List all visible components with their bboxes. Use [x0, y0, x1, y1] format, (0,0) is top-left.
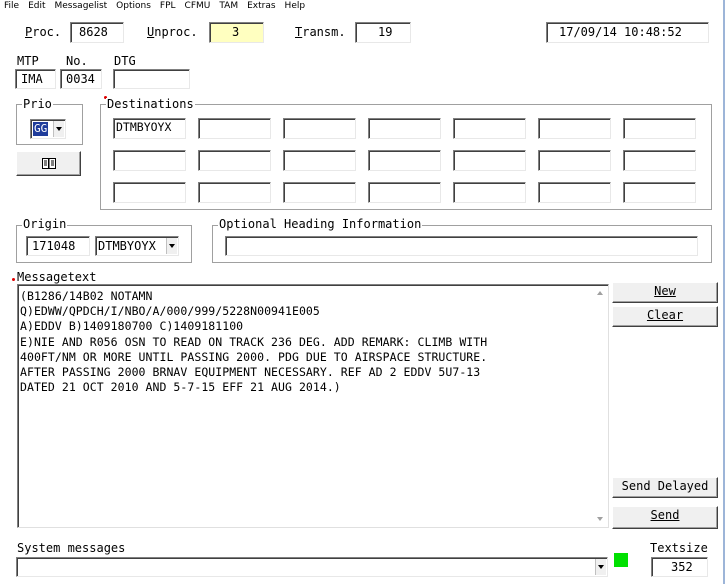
chevron-down-icon — [53, 121, 64, 137]
origin-address-value: DTMBYOYX — [98, 239, 156, 253]
messagetext-line: 400FT/NM OR MORE UNTIL PASSING 2000. PDG… — [20, 349, 488, 364]
textsize-label: Textsize — [650, 541, 708, 555]
dtg-label: DTG — [114, 54, 136, 68]
prio-label: Prio — [22, 97, 53, 111]
textsize-field: 352 — [651, 557, 708, 577]
destinations-label: Destinations — [106, 97, 195, 111]
origin-time-field[interactable]: 171048 — [26, 236, 90, 256]
clear-button[interactable]: Clear — [612, 306, 718, 327]
messagetext-line: Q)EDWW/QPDCH/I/NBO/A/000/999/5228N00941E… — [20, 304, 320, 319]
destination-field[interactable] — [538, 182, 611, 203]
proc-label: Proc. — [25, 25, 62, 39]
mtp-field[interactable]: IMA — [15, 69, 56, 89]
menu-cfmu[interactable]: CFMU — [180, 0, 215, 13]
send-delayed-button-label: Send Delayed — [621, 479, 709, 493]
menu-messagelist[interactable]: Messagelist — [50, 0, 112, 13]
destination-field[interactable] — [453, 150, 526, 171]
scroll-up-icon[interactable] — [594, 287, 606, 299]
destination-field[interactable] — [113, 150, 186, 171]
no-label: No. — [66, 54, 88, 68]
status-led — [614, 553, 628, 567]
destination-field[interactable] — [623, 150, 696, 171]
dtg-field[interactable] — [113, 69, 190, 89]
send-button[interactable]: Send — [612, 506, 718, 529]
new-button-label: New — [654, 284, 676, 298]
optional-heading-label: Optional Heading Information — [218, 217, 423, 231]
send-button-label: Send — [650, 508, 680, 522]
address-book-icon — [41, 158, 56, 169]
menu-help[interactable]: Help — [280, 0, 310, 13]
clear-button-label: Clear — [646, 308, 684, 322]
mtp-label: MTP — [17, 54, 39, 68]
destination-field[interactable] — [198, 182, 271, 203]
transm-label: Transm. — [295, 25, 346, 39]
messagetext-line: E)NIE AND R056 OSN TO READ ON TRACK 236 … — [20, 334, 488, 349]
menu-file[interactable]: File — [0, 0, 23, 13]
menu-edit[interactable]: Edit — [23, 0, 49, 13]
destination-field[interactable] — [368, 118, 441, 139]
destination-field[interactable] — [368, 182, 441, 203]
destination-field[interactable]: DTMBYOYX — [113, 118, 186, 139]
menu-extras[interactable]: Extras — [242, 0, 279, 13]
destination-field[interactable] — [283, 182, 356, 203]
origin-address-dropdown[interactable]: DTMBYOYX — [95, 236, 179, 256]
address-book-button[interactable] — [16, 151, 81, 176]
system-messages-dropdown[interactable] — [16, 557, 608, 577]
menu-fpl[interactable]: FPL — [155, 0, 180, 13]
messagetext-area[interactable]: (B1286/14B02 NOTAMN Q)EDWW/QPDCH/I/NBO/A/… — [17, 284, 609, 528]
system-messages-label: System messages — [17, 541, 126, 555]
destination-field[interactable] — [453, 182, 526, 203]
new-button[interactable]: New — [612, 282, 718, 303]
menu-tam[interactable]: TAM — [214, 0, 242, 13]
menu-bar: File Edit Messagelist Options FPL CFMU T… — [0, 0, 725, 13]
destination-field[interactable] — [283, 150, 356, 171]
destination-field[interactable] — [113, 182, 186, 203]
proc-count-field: 8628 — [70, 22, 124, 43]
destination-field[interactable] — [538, 118, 611, 139]
destination-field[interactable] — [198, 118, 271, 139]
chevron-down-icon — [166, 238, 177, 254]
prio-dropdown[interactable]: GG — [30, 119, 66, 139]
scroll-down-icon[interactable] — [594, 513, 606, 525]
messagetext-label: Messagetext — [17, 270, 97, 284]
number-field[interactable]: 0034 — [60, 69, 102, 89]
optional-heading-field[interactable] — [225, 236, 698, 256]
send-delayed-button[interactable]: Send Delayed — [612, 477, 718, 498]
destination-field[interactable] — [283, 118, 356, 139]
transm-count-field: 19 — [355, 22, 411, 43]
required-marker — [12, 278, 15, 281]
messagetext-line: AFTER PASSING 2000 BRNAV EQUIPMENT NECES… — [20, 365, 481, 380]
origin-label: Origin — [22, 217, 68, 231]
messagetext-content: (B1286/14B02 NOTAMN Q)EDWW/QPDCH/I/NBO/A/… — [20, 289, 487, 395]
destination-field[interactable] — [623, 182, 696, 203]
destination-field[interactable] — [623, 118, 696, 139]
destination-field[interactable] — [198, 150, 271, 171]
menu-options[interactable]: Options — [111, 0, 155, 13]
unproc-label: Unproc. — [147, 25, 198, 39]
destination-field[interactable] — [368, 150, 441, 171]
destination-field[interactable] — [453, 118, 526, 139]
destination-field[interactable] — [538, 150, 611, 171]
datetime-display: 17/09/14 10:48:52 — [546, 22, 709, 43]
messagetext-line: A)EDDV B)1409180700 C)1409181100 — [20, 319, 244, 334]
chevron-down-icon — [595, 559, 606, 575]
unproc-count-field: 3 — [209, 22, 264, 43]
prio-value: GG — [33, 122, 49, 136]
messagetext-line: DATED 21 OCT 2010 AND 5-7-15 EFF 21 AUG … — [20, 380, 341, 395]
messagetext-line: (B1286/14B02 NOTAMN — [20, 289, 153, 303]
